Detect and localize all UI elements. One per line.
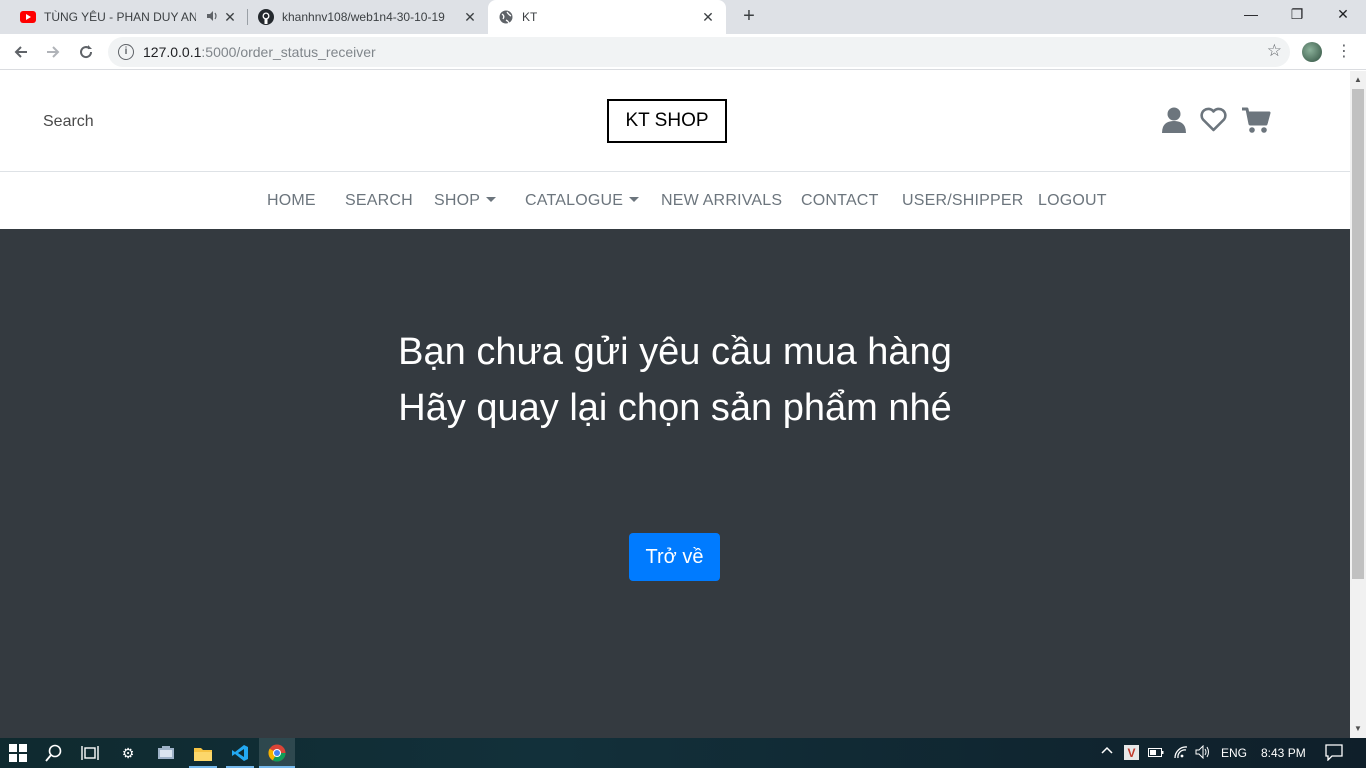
url-text[interactable]: 127.0.0.1:5000/order_status_receiver [143, 44, 376, 60]
browser-tab[interactable]: TÙNG YÊU - PHAN DUY ANH ✕ [8, 0, 248, 34]
tab-title: khanhnv108/web1n4-30-10-19 [282, 10, 445, 24]
minimize-icon[interactable]: — [1228, 0, 1274, 30]
back-button[interactable]: Trở về [629, 533, 720, 581]
github-icon [258, 9, 274, 25]
nav-contact[interactable]: CONTACT [801, 192, 879, 210]
language-indicator[interactable]: ENG [1221, 746, 1247, 760]
empty-order-message: Bạn chưa gửi yêu cầu mua hàng [398, 331, 952, 373]
file-manager-icon[interactable] [156, 743, 176, 763]
nav-catalogue[interactable]: CATALOGUE [525, 192, 640, 210]
task-view-icon[interactable] [80, 743, 100, 763]
clock[interactable]: 8:43 PM [1261, 746, 1306, 760]
svg-text:V: V [1127, 746, 1135, 760]
speaker-icon[interactable] [206, 10, 218, 25]
wifi-icon[interactable] [1173, 745, 1189, 762]
shop-logo[interactable]: KT SHOP [607, 99, 727, 143]
nav-logout[interactable]: LOGOUT [1038, 192, 1107, 210]
scroll-down-icon[interactable]: ▼ [1354, 724, 1362, 733]
youtube-icon [20, 9, 36, 25]
browser-tab[interactable]: khanhnv108/web1n4-30-10-19 ✕ [248, 0, 488, 34]
close-tab-icon[interactable]: ✕ [222, 9, 238, 25]
notification-center-icon[interactable] [1325, 744, 1343, 764]
new-tab-icon[interactable]: + [737, 5, 761, 29]
close-tab-icon[interactable]: ✕ [462, 9, 478, 25]
page-viewport: Search KT SHOP HOME SEARCH SHOP CATALOGU… [0, 71, 1350, 738]
show-hidden-icons-chevron-icon[interactable] [1100, 744, 1114, 761]
menu-kebab-icon[interactable]: ⋮ [1336, 42, 1352, 62]
user-icon[interactable] [1162, 107, 1186, 138]
volume-icon[interactable] [1195, 744, 1211, 762]
empty-order-section: Bạn chưa gửi yêu cầu mua hàng Hãy quay l… [0, 229, 1350, 738]
forward-arrow-icon[interactable] [41, 40, 65, 64]
settings-gear-icon[interactable]: ⚙ [118, 743, 138, 763]
main-nav: HOME SEARCH SHOP CATALOGUE NEW ARRIVALS … [0, 171, 1350, 229]
restore-icon[interactable]: ❐ [1274, 0, 1320, 30]
empty-order-hint: Hãy quay lại chọn sản phẩm nhé [398, 387, 952, 429]
nav-shop[interactable]: SHOP [434, 192, 497, 210]
nav-search[interactable]: SEARCH [345, 192, 413, 210]
tab-title: KT [522, 10, 538, 24]
windows-taskbar: ⚙ V ENG 8:43 PM [0, 738, 1366, 768]
vscode-icon[interactable] [230, 743, 250, 763]
cart-icon[interactable] [1241, 107, 1271, 139]
close-tab-icon[interactable]: ✕ [700, 9, 716, 25]
wishlist-heart-icon[interactable] [1200, 107, 1227, 137]
close-window-icon[interactable]: ✕ [1320, 0, 1366, 30]
chevron-down-icon [629, 197, 640, 202]
site-info-icon[interactable]: i [118, 44, 134, 60]
scrollbar-thumb[interactable] [1352, 89, 1364, 579]
search-icon[interactable] [44, 743, 64, 763]
globe-icon [498, 9, 514, 25]
address-bar[interactable]: i 127.0.0.1:5000/order_status_receiver ☆ [108, 37, 1290, 67]
browser-tab-strip: TÙNG YÊU - PHAN DUY ANH ✕ khanhnv108/web… [0, 0, 1366, 34]
chevron-down-icon [486, 197, 497, 202]
browser-tab-active[interactable]: KT ✕ [488, 0, 726, 34]
browser-toolbar: i 127.0.0.1:5000/order_status_receiver ☆… [0, 34, 1366, 70]
scroll-up-icon[interactable]: ▲ [1354, 75, 1362, 84]
chrome-icon[interactable] [267, 743, 287, 763]
site-header: Search KT SHOP [0, 71, 1350, 171]
nav-new-arrivals[interactable]: NEW ARRIVALS [661, 192, 782, 210]
nav-home[interactable]: HOME [267, 192, 316, 210]
battery-icon[interactable] [1148, 747, 1164, 761]
search-link[interactable]: Search [43, 113, 94, 131]
bookmark-star-icon[interactable]: ☆ [1267, 41, 1282, 61]
tab-title: TÙNG YÊU - PHAN DUY ANH [44, 10, 196, 24]
profile-avatar[interactable] [1302, 42, 1322, 62]
reload-icon[interactable] [74, 40, 98, 64]
windows-start-icon[interactable] [8, 743, 28, 763]
back-arrow-icon[interactable] [9, 40, 33, 64]
folder-icon[interactable] [193, 743, 213, 763]
page-scrollbar[interactable]: ▲ ▼ [1350, 71, 1366, 738]
tray-app-icon[interactable]: V [1124, 745, 1139, 763]
nav-user-shipper[interactable]: USER/SHIPPER [902, 192, 1024, 210]
